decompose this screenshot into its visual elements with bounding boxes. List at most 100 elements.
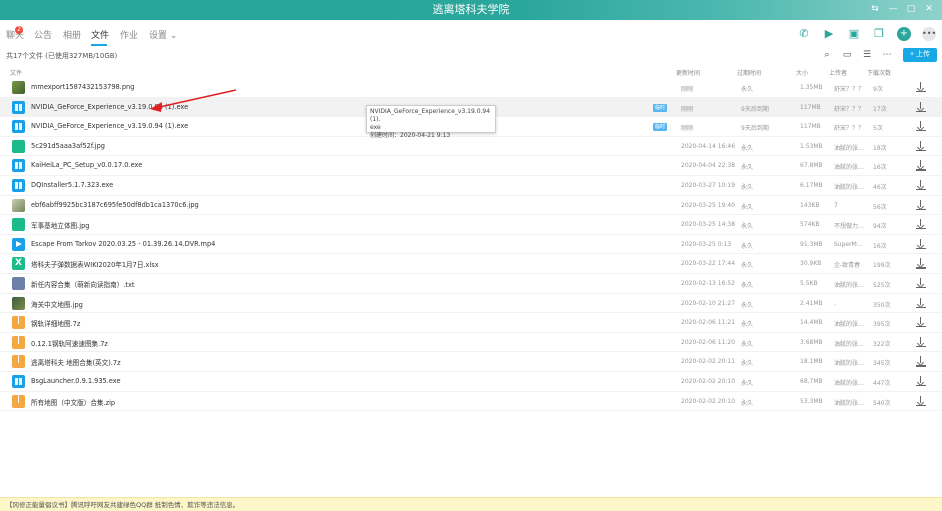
col-expiry[interactable]: 过期时间 [737,68,761,77]
folder-icon[interactable]: ▭ [842,50,852,60]
file-uploader[interactable]: 油腻的张… [834,162,864,171]
file-uploader[interactable]: 油腻的张… [834,280,864,289]
file-uploader[interactable]: . [834,300,864,307]
file-uploader[interactable]: 舒宋？？？ [834,84,864,93]
download-icon-base [916,326,926,328]
file-name[interactable]: 钢轨详细地图.7z [31,318,80,328]
file-row[interactable]: 逃离塔科夫 地图合集(英文).7z 2020-02-02 20:11 永久 18.1M… [0,352,942,372]
file-updated: 2020-02-06 11:21 [681,319,736,327]
file-downloads: 322次 [873,340,891,348]
file-expiry: 永久 [741,183,754,191]
file-row[interactable]: 钢轨详细地图.7z 2020-02-06 11:21 永久 14.4MB 油腻的张… 39… [0,313,942,333]
search-icon[interactable]: ⌕ [822,50,832,60]
file-name[interactable]: 塔科夫子弹数据表WIKI2020年1月7日.xlsx [31,259,159,269]
file-name[interactable]: 海关中文地图.jpg [31,299,83,309]
more-icon[interactable]: ••• [922,27,936,41]
download-icon-base [916,149,926,151]
file-row[interactable]: ebf6abff9925bc3187c695fe50df8db1ca1370c6… [0,196,942,216]
file-size: 67.8MB [800,162,823,170]
file-uploader[interactable]: 舒宋？？？ [834,104,864,113]
file-name[interactable]: 新任内容合集（萌新向读指南）.txt [31,279,134,289]
file-row[interactable]: 海关中文地图.jpg 2020-02-10 21:27 永久 2.41MB. 350次 [0,294,942,314]
tab-settings[interactable]: 设置 ⌄ [149,28,177,41]
file-downloads: 199次 [873,262,891,270]
file-row[interactable]: mmexport1587432153798.png 刚刚 永久 1.35MB 舒宋？？？… [0,78,942,98]
file-row[interactable]: 所有地图（中文版）合集.zip 2020-02-02 20:10 永久 53.3MB 油… [0,392,942,412]
file-uploader[interactable]: 不想做力… [834,221,864,230]
share-icon[interactable]: ⇆ [868,2,882,16]
tab-files[interactable]: 文件 [91,28,109,41]
file-name[interactable]: 军事基地立体图.jpg [31,220,89,230]
exe-file-icon [12,159,25,173]
file-uploader[interactable]: 油腻的张… [834,143,864,152]
file-row[interactable]: X 塔科夫子弹数据表WIKI2020年1月7日.xlsx 2020-03-22 17… [0,254,942,274]
file-size: 53.3MB [800,397,823,405]
notice-bar: 【冈修正能量倡议书】腾讯呼吁网友共建绿色QQ群 抵制色情、欺诈等违法信息。 [0,497,942,511]
add-icon[interactable]: + [897,27,911,41]
file-downloads: 46次 [873,183,887,191]
phone-icon[interactable]: ✆ [797,27,811,41]
window-title: 逃离塔科夫学院 [432,3,510,16]
file-size: 1.53MB [800,142,823,150]
col-size[interactable]: 大小 [796,68,808,77]
more-dots-icon[interactable]: ⋯ [882,50,892,60]
file-name[interactable]: NVIDIA_GeForce_Experience_v3.19.0.94 (1)… [31,122,188,130]
col-downloads[interactable]: 下载次数 [867,68,891,77]
file-uploader[interactable]: 油腻的张… [834,339,864,348]
file-expiry: 永久 [741,242,754,250]
tab-homework[interactable]: 作业 [120,28,138,41]
minimize-icon[interactable]: — [886,2,900,16]
tab-album[interactable]: 相册 [63,28,81,41]
file-name[interactable]: DQInstaller5.1.7.323.exe [31,181,113,189]
file-downloads: 350次 [873,301,891,309]
file-row[interactable]: DQInstaller5.1.7.323.exe 2020-03-27 10:19… [0,176,942,196]
file-name[interactable]: Escape From Tarkov 2020.03.25 - 01.39.26… [31,240,215,248]
file-name[interactable]: KaiHeiLa_PC_Setup_v0.0.17.0.exe [31,161,142,169]
file-uploader[interactable]: 油腻的张… [834,398,864,407]
download-icon-base [916,384,926,387]
app-icon[interactable]: ❐ [872,27,886,41]
file-updated: 2020-03-25 0:13 [681,240,732,248]
file-updated: 2020-02-02 20:11 [681,358,736,366]
upload-button[interactable]: + 上传 [903,48,937,62]
col-updated[interactable]: 更新时间 [676,68,700,77]
file-name[interactable]: NVIDIA_GeForce_Experience_v3.19.0.94 (1)… [31,103,188,111]
file-uploader[interactable]: SuperM… [834,241,864,248]
file-row[interactable]: 新任内容合集（萌新向读指南）.txt 2020-02-13 16:52 永久 5.5K… [0,274,942,294]
file-name[interactable]: BsgLauncher.0.9.1.935.exe [31,377,121,385]
video-icon[interactable]: ▶ [822,27,836,41]
file-downloads: 18次 [873,144,887,152]
maximize-icon[interactable]: ▢ [904,2,918,16]
tab-notice[interactable]: 公告 [34,28,52,41]
file-name[interactable]: 逃离塔科夫 地图合集(英文).7z [31,357,121,367]
file-name[interactable]: 所有地图（中文版）合集.zip [31,397,115,407]
file-row[interactable]: Escape From Tarkov 2020.03.25 - 01.39.26… [0,235,942,255]
file-expiry: 永久 [741,144,754,152]
file-row[interactable]: 军事基地立体图.jpg 2020-03-25 14:38 永久 574KB 不想做力… 9… [0,215,942,235]
file-row[interactable]: BsgLauncher.0.9.1.935.exe 2020-02-02 20:1… [0,372,942,392]
tooltip-filename: NVIDIA_GeForce_Experience_v3.19.0.94 (1)… [370,108,491,123]
file-name[interactable]: 0.12.1钢轨阿速速图集.7z [31,338,108,348]
file-uploader[interactable]: 企-致青春 [834,260,864,269]
list-view-icon[interactable]: ☰ [862,50,872,60]
excel-file-icon: X [12,257,25,271]
nav-actions: ✆ ▶ ▣ ❐ + ••• [797,27,936,41]
col-uploader[interactable]: 上传者 [829,68,847,77]
file-uploader[interactable]: 7 [834,202,864,209]
col-name[interactable]: 文件 [10,68,22,77]
screen-share-icon[interactable]: ▣ [847,27,861,41]
file-row[interactable]: 0.12.1钢轨阿速速图集.7z 2020-02-06 11:20 永久 3.68MB… [0,333,942,353]
tooltip-created: 创建时间：2020-04-21 9:13 [370,132,451,139]
close-icon[interactable]: ✕ [922,2,936,16]
file-uploader[interactable]: 舒宋？？？ [834,123,864,132]
file-updated: 2020-03-27 10:19 [681,181,736,189]
video-file-icon [12,237,25,251]
file-row[interactable]: KaiHeiLa_PC_Setup_v0.0.17.0.exe 2020-04-0… [0,156,942,176]
file-uploader[interactable]: 油腻的张… [834,358,864,367]
file-uploader[interactable]: 油腻的张… [834,319,864,328]
file-uploader[interactable]: 油腻的张… [834,182,864,191]
file-name[interactable]: mmexport1587432153798.png [31,83,134,91]
file-name[interactable]: 5c291d5aaa3af52f.jpg [31,142,105,150]
file-name[interactable]: ebf6abff9925bc3187c695fe50df8db1ca1370c6… [31,201,199,209]
file-uploader[interactable]: 油腻的张… [834,378,864,387]
